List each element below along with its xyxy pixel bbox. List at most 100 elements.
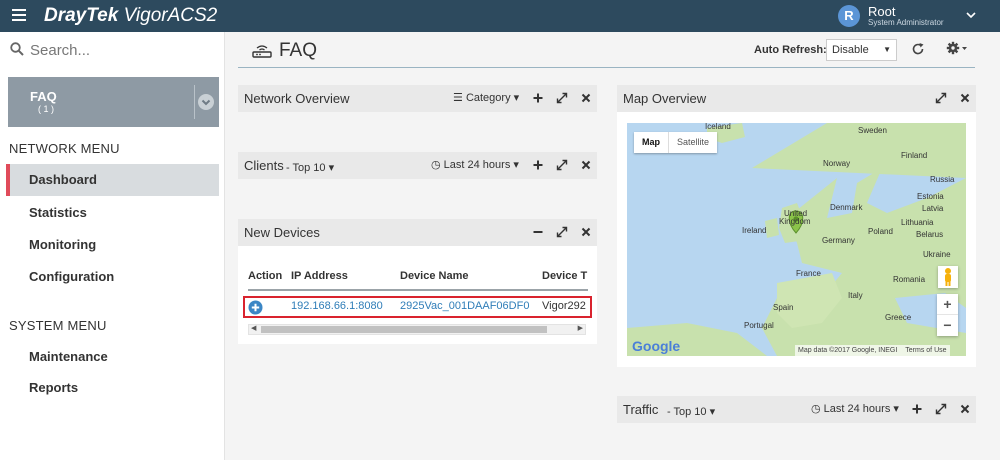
expand-icon[interactable] [935,403,947,415]
search-input[interactable] [30,40,215,60]
satellite-button[interactable]: Satellite [668,132,717,153]
gear-icon[interactable] [946,41,968,55]
add-icon[interactable] [532,159,544,171]
google-logo: Google [632,338,681,354]
add-icon[interactable] [532,92,544,104]
caret-down-icon: ▾ [709,406,716,418]
device-name-link[interactable]: 2925Vac_001DAAF06DF0 [400,300,529,312]
sidebar-item-configuration[interactable]: Configuration [6,261,219,293]
product-name: VigorACS2 [123,5,218,26]
site-count: ( 1 ) [38,104,55,114]
auto-refresh-value: Disable [832,44,869,56]
column-header-device-name: Device Name [400,270,469,282]
time-range-dropdown[interactable]: ◷ Last 24 hours ▾ [811,402,899,415]
map-label-greece: Greece [885,313,912,322]
caret-down-icon: ▾ [893,403,899,415]
map-label-portugal: Portugal [744,321,774,330]
clock-icon: ◷ [431,159,441,171]
expand-icon[interactable] [556,92,568,104]
system-menu-title: SYSTEM MENU [9,318,107,333]
time-range-label: Last 24 hours [443,159,511,171]
zoom-out-button[interactable]: − [937,315,958,336]
expand-icon[interactable] [556,159,568,171]
scroll-left-icon[interactable]: ◀ [251,324,256,332]
street-view-icon[interactable] [938,266,958,288]
panel-header: Network Overview ☰ Category ▾ [238,85,597,112]
scrollbar-thumb[interactable] [261,326,547,333]
map-label-romania: Romania [893,275,926,284]
page-header: FAQ Auto Refresh: Disable ▼ [238,32,975,68]
map-label-denmark: Denmark [830,203,863,212]
map-label-kingdom: Kingdom [779,217,811,226]
expand-icon[interactable] [556,226,568,238]
panel-header: Traffic - Top 10 ▾ ◷ Last 24 hours ▾ [617,396,976,423]
device-ip-link[interactable]: 192.168.66.1:8080 [291,300,383,312]
sidebar-item-dashboard[interactable]: Dashboard [6,164,219,196]
caret-down-icon: ▾ [513,92,520,104]
chevron-down-icon[interactable] [966,10,976,22]
close-icon[interactable] [959,403,971,415]
panel-header: New Devices [238,219,597,246]
traffic-panel: Traffic - Top 10 ▾ ◷ Last 24 hours ▾ [617,396,976,423]
minimize-icon[interactable] [532,226,544,238]
add-circle-icon[interactable] [248,300,263,315]
user-name[interactable]: Root [868,4,895,19]
map-canvas[interactable]: Map Satellite Iceland Sweden Finland Norw… [627,123,966,356]
site-selector[interactable]: FAQ ( 1 ) [8,77,219,127]
category-dropdown[interactable]: ☰ Category ▾ [453,91,519,104]
zoom-control: + − [937,294,958,336]
close-icon[interactable] [959,92,971,104]
top10-dropdown[interactable]: - Top 10 ▾ [286,161,334,174]
search-icon [10,42,24,56]
time-range-label: Last 24 hours [823,403,891,415]
close-icon[interactable] [580,226,592,238]
clients-panel: Clients - Top 10 ▾ ◷ Last 24 hours ▾ [238,152,597,179]
sidebar-item-monitoring[interactable]: Monitoring [6,229,219,261]
terms-link[interactable]: Terms of Use [905,347,946,354]
sidebar: FAQ ( 1 ) NETWORK MENU Dashboard Statist… [0,32,225,460]
zoom-in-button[interactable]: + [937,294,958,315]
close-icon[interactable] [580,159,592,171]
auto-refresh-select[interactable]: Disable ▼ [826,39,897,61]
menu-icon[interactable] [12,9,26,21]
column-header-ip: IP Address [291,270,348,282]
map-label-iceland: Iceland [705,123,731,131]
top10-label: - Top 10 [667,406,707,418]
site-divider [194,85,195,119]
time-range-dropdown[interactable]: ◷ Last 24 hours ▾ [431,158,519,171]
map-label-spain: Spain [773,303,794,312]
refresh-icon[interactable] [911,42,925,56]
panel-title: Clients [244,158,284,173]
map-type-toggle: Map Satellite [634,132,718,153]
network-overview-panel: Network Overview ☰ Category ▾ [238,85,597,112]
scroll-right-icon[interactable]: ▶ [578,324,583,332]
panel-title: New Devices [244,225,320,240]
caret-down-icon: ▼ [883,45,891,54]
top10-dropdown[interactable]: - Top 10 ▾ [667,405,715,418]
map-button[interactable]: Map [634,132,668,153]
settings-menu[interactable] [946,41,968,60]
avatar[interactable]: R [838,5,860,27]
top10-label: - Top 10 [286,162,326,174]
sidebar-item-reports[interactable]: Reports [6,372,219,404]
category-label: Category [465,92,511,104]
close-icon[interactable] [580,92,592,104]
map-overview-panel: Map Overview Map Satellite Iceland Sweden… [617,85,976,367]
map-label-poland: Poland [868,227,893,236]
sidebar-item-statistics[interactable]: Statistics [6,197,219,229]
caret-down-icon: ▾ [513,159,519,171]
column-header-action: Action [248,270,283,282]
device-type-cell: Vigor292 [542,300,586,312]
add-icon[interactable] [911,403,923,415]
expand-icon[interactable] [935,92,947,104]
horizontal-scrollbar[interactable]: ◀ ▶ [248,324,586,335]
map-label-france: France [796,269,821,278]
map-attribution: Map data ©2017 Google, INEGI Terms of Us… [795,345,950,356]
panel-title: Traffic [623,402,659,417]
caret-down-icon: ▾ [328,162,335,174]
map-label-estonia: Estonia [917,192,944,201]
chevron-down-icon[interactable] [198,94,214,110]
map-label-ireland: Ireland [742,226,767,235]
map-label-norway: Norway [823,159,851,168]
sidebar-item-maintenance[interactable]: Maintenance [6,341,219,373]
